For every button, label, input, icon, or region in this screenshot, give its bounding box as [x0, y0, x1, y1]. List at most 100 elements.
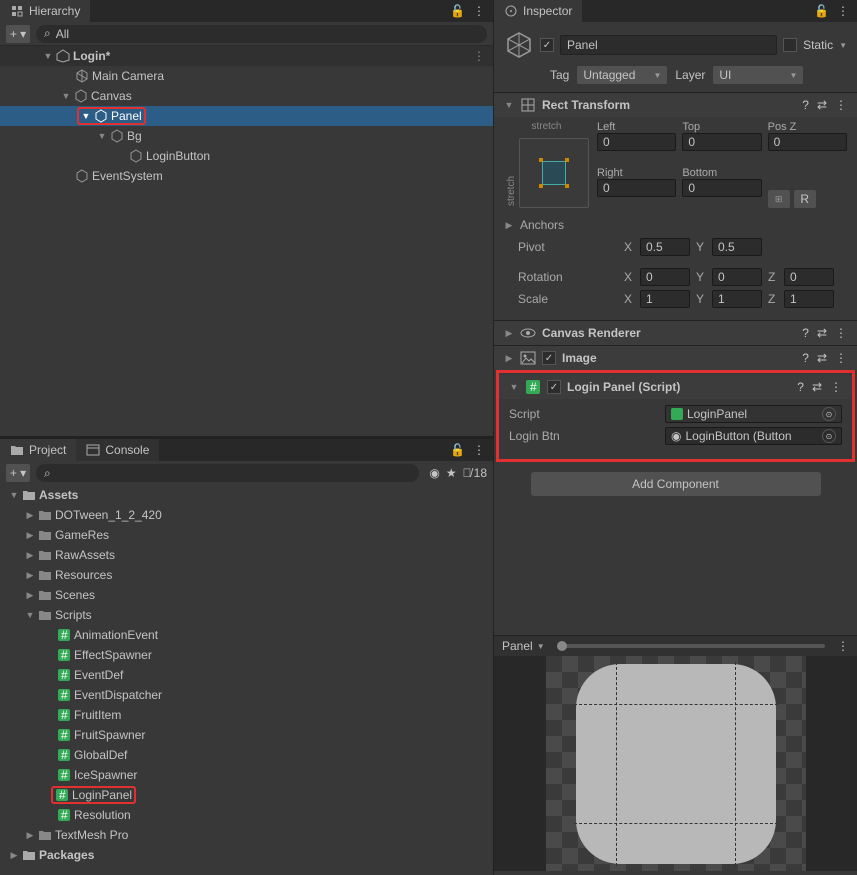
hierarchy-tree: ▼ Login* ⋮ Main Camera ▼ Canvas ▼ — [0, 46, 493, 436]
rect-transform-component: ▼ Rect Transform ?⇄⋮ stretch stretch — [494, 92, 857, 320]
add-component-button[interactable]: Add Component — [531, 472, 821, 496]
hierarchy-item-panel[interactable]: ▼ Panel — [0, 106, 493, 126]
posz-field[interactable]: 0 — [768, 133, 847, 151]
tag-dropdown[interactable]: Untagged▼ — [577, 66, 667, 84]
scale-y-field[interactable]: 1 — [712, 290, 762, 308]
project-script[interactable]: #FruitSpawner — [0, 725, 493, 745]
pivot-x-field[interactable]: 0.5 — [640, 238, 690, 256]
layer-dropdown[interactable]: UI▼ — [713, 66, 803, 84]
expand-icon[interactable]: ▶ — [504, 328, 514, 339]
project-search[interactable]: ⌕ — [36, 464, 419, 482]
project-script[interactable]: #Resolution — [0, 805, 493, 825]
csharp-icon — [671, 408, 683, 420]
scale-z-field[interactable]: 1 — [784, 290, 834, 308]
scene-row[interactable]: ▼ Login* ⋮ — [0, 46, 493, 66]
object-picker-icon[interactable]: ⊙ — [822, 407, 836, 421]
rot-x-field[interactable]: 0 — [640, 268, 690, 286]
help-icon[interactable]: ? — [802, 351, 809, 365]
preset-icon[interactable]: ⇄ — [817, 98, 827, 112]
project-folder[interactable]: ▶GameRes — [0, 525, 493, 545]
project-folder[interactable]: ▶TextMesh Pro — [0, 825, 493, 845]
hidden-icon[interactable]: 👁̸18 — [463, 466, 487, 480]
menu-icon[interactable]: ⋮ — [835, 326, 847, 340]
csharp-icon: # — [57, 728, 71, 742]
hierarchy-tab[interactable]: Hierarchy — [0, 0, 90, 22]
raw-button[interactable]: R — [794, 190, 816, 208]
project-folder[interactable]: ▶Resources — [0, 565, 493, 585]
svg-text:#: # — [530, 380, 537, 394]
pivot-y-field[interactable]: 0.5 — [712, 238, 762, 256]
project-tab[interactable]: Project — [0, 439, 76, 461]
preset-icon[interactable]: ⇄ — [812, 380, 822, 394]
preset-icon[interactable]: ⇄ — [817, 351, 827, 365]
help-icon[interactable]: ? — [802, 98, 809, 112]
hierarchy-item-bg[interactable]: ▼ Bg — [0, 126, 493, 146]
login-btn-field[interactable]: ◉LoginButton (Button⊙ — [665, 427, 842, 445]
project-script[interactable]: #EventDef — [0, 665, 493, 685]
help-icon[interactable]: ? — [802, 326, 809, 340]
project-assets[interactable]: ▼Assets — [0, 485, 493, 505]
expand-icon[interactable]: ▶ — [504, 353, 514, 364]
scene-menu-icon[interactable]: ⋮ — [473, 49, 493, 63]
rot-z-field[interactable]: 0 — [784, 268, 834, 286]
hierarchy-item-camera[interactable]: Main Camera — [0, 66, 493, 86]
inspector-tab[interactable]: Inspector — [494, 0, 582, 22]
hierarchy-search[interactable]: ⌕ All — [36, 25, 487, 43]
menu-icon[interactable]: ⋮ — [473, 4, 485, 18]
project-script-loginpanel[interactable]: #LoginPanel — [0, 785, 493, 805]
preset-icon[interactable]: ⇄ — [817, 326, 827, 340]
blueprint-button[interactable]: ⊞ — [768, 190, 790, 208]
favorite-icon[interactable]: ★ — [446, 466, 457, 480]
static-checkbox[interactable] — [783, 38, 797, 52]
right-field[interactable]: 0 — [597, 179, 676, 197]
script-enabled-checkbox[interactable]: ✓ — [547, 380, 561, 394]
top-field[interactable]: 0 — [682, 133, 761, 151]
menu-icon[interactable]: ⋮ — [473, 443, 485, 457]
project-script[interactable]: #EffectSpawner — [0, 645, 493, 665]
help-icon[interactable]: ? — [797, 380, 804, 394]
scale-x-field[interactable]: 1 — [640, 290, 690, 308]
static-dropdown-icon[interactable]: ▼ — [839, 41, 847, 50]
hierarchy-item-eventsystem[interactable]: EventSystem — [0, 166, 493, 186]
preview-dropdown-icon[interactable]: ▼ — [537, 642, 545, 651]
object-picker-icon[interactable]: ⊙ — [822, 429, 836, 443]
hierarchy-item-canvas[interactable]: ▼ Canvas — [0, 86, 493, 106]
gameobject-icon[interactable] — [504, 30, 534, 60]
expand-icon[interactable]: ▼ — [509, 382, 519, 392]
lock-icon[interactable]: 🔓 — [450, 4, 465, 18]
project-script[interactable]: #AnimationEvent — [0, 625, 493, 645]
project-add-button[interactable]: + ▾ — [6, 464, 30, 482]
project-packages[interactable]: ▶Packages — [0, 845, 493, 865]
project-folder[interactable]: ▶Scenes — [0, 585, 493, 605]
active-checkbox[interactable]: ✓ — [540, 38, 554, 52]
project-script[interactable]: #GlobalDef — [0, 745, 493, 765]
lock-icon[interactable]: 🔓 — [814, 4, 829, 18]
filter-icon[interactable]: ◉ — [429, 466, 439, 480]
preview-zoom-slider[interactable] — [557, 644, 825, 648]
left-field[interactable]: 0 — [597, 133, 676, 151]
image-enabled-checkbox[interactable]: ✓ — [542, 351, 556, 365]
expand-icon[interactable]: ▶ — [504, 220, 514, 231]
project-folder[interactable]: ▶RawAssets — [0, 545, 493, 565]
project-folder-scripts[interactable]: ▼Scripts — [0, 605, 493, 625]
project-script[interactable]: #FruitItem — [0, 705, 493, 725]
console-tab[interactable]: Console — [76, 439, 159, 461]
menu-icon[interactable]: ⋮ — [835, 98, 847, 112]
layer-label: Layer — [675, 68, 705, 82]
hierarchy-item-loginbutton[interactable]: LoginButton — [0, 146, 493, 166]
menu-icon[interactable]: ⋮ — [837, 639, 849, 653]
preview-panel: Panel ▼ ⋮ — [494, 635, 857, 871]
lock-icon[interactable]: 🔓 — [450, 443, 465, 457]
object-name-field[interactable]: Panel — [560, 35, 777, 55]
menu-icon[interactable]: ⋮ — [830, 380, 842, 394]
bottom-field[interactable]: 0 — [682, 179, 761, 197]
project-script[interactable]: #EventDispatcher — [0, 685, 493, 705]
menu-icon[interactable]: ⋮ — [835, 351, 847, 365]
project-folder[interactable]: ▶DOTween_1_2_420 — [0, 505, 493, 525]
project-script[interactable]: #IceSpawner — [0, 765, 493, 785]
expand-icon[interactable]: ▼ — [504, 100, 514, 110]
rot-y-field[interactable]: 0 — [712, 268, 762, 286]
menu-icon[interactable]: ⋮ — [837, 4, 849, 18]
anchor-preset-button[interactable] — [519, 138, 589, 208]
add-button[interactable]: + ▾ — [6, 25, 30, 43]
